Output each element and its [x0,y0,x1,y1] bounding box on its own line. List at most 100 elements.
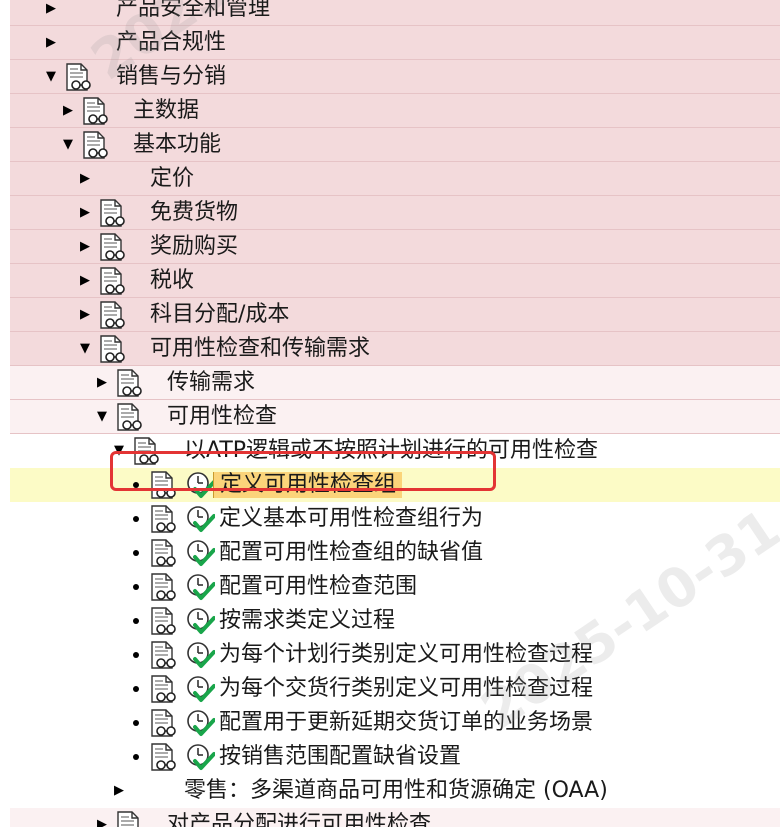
documentation-glasses-icon[interactable] [149,606,179,636]
clock-check-icon[interactable] [185,742,216,772]
triangle-right-icon[interactable]: ▶ [95,376,109,390]
documentation-glasses-icon[interactable] [149,640,179,670]
clock-check-icon[interactable] [185,674,216,704]
tree-node[interactable]: ▶ 税收 [0,264,780,298]
triangle-right-icon[interactable]: ▶ [95,818,109,827]
bullet-icon [133,720,139,726]
triangle-right-icon[interactable]: ▶ [112,784,126,798]
tree-node-label[interactable]: 定价 [150,162,194,196]
triangle-down-icon[interactable]: ▼ [44,70,58,84]
triangle-right-icon[interactable]: ▶ [78,240,92,254]
tree-node-label[interactable]: 主数据 [133,94,199,128]
tree-node[interactable]: 为每个交货行类别定义可用性检查过程 [0,672,780,706]
triangle-right-icon[interactable]: ▶ [44,2,58,16]
triangle-down-icon[interactable]: ▼ [78,342,92,356]
bullet-icon [133,618,139,624]
tree-node[interactable]: ▼ 可用性检查和传输需求 [0,332,780,366]
tree-node[interactable]: 配置可用性检查范围 [0,570,780,604]
documentation-glasses-icon[interactable] [98,266,128,296]
tree-node-label[interactable]: 奖励购买 [150,230,238,264]
tree-node[interactable]: ▼ 基本功能 [0,128,780,162]
clock-check-icon[interactable] [185,504,216,534]
tree-node[interactable]: 按需求类定义过程 [0,604,780,638]
documentation-glasses-icon[interactable] [98,232,128,262]
tree-node[interactable]: ▶ 传输需求 [0,366,780,400]
documentation-glasses-icon[interactable] [81,96,111,126]
tree-node[interactable]: ▶ 免费货物 [0,196,780,230]
documentation-glasses-icon[interactable] [149,572,179,602]
documentation-glasses-icon[interactable] [149,742,179,772]
documentation-glasses-icon[interactable] [115,402,145,432]
tree-node-label[interactable]: 传输需求 [167,366,255,400]
documentation-glasses-icon[interactable] [98,300,128,330]
triangle-down-icon[interactable]: ▼ [61,138,75,152]
tree-node[interactable]: ▼ 销售与分销 [0,60,780,94]
tree-node[interactable]: 为每个计划行类别定义可用性检查过程 [0,638,780,672]
tree-node-label[interactable]: 对产品分配进行可用性检查 [167,808,431,827]
tree-node[interactable]: 定义基本可用性检查组行为 [0,502,780,536]
documentation-glasses-icon[interactable] [64,62,94,92]
clock-check-icon[interactable] [185,538,216,568]
tree-node[interactable]: 配置用于更新延期交货订单的业务场景 [0,706,780,740]
bullet-icon [133,652,139,658]
bullet-icon [133,550,139,556]
tree-node-label[interactable]: 产品合规性 [116,26,226,60]
documentation-glasses-icon[interactable] [81,130,111,160]
tree-node[interactable]: ▶ 零售：多渠道商品可用性和货源确定 (OAA) [0,774,780,808]
triangle-right-icon[interactable]: ▶ [78,206,92,220]
documentation-glasses-icon[interactable] [149,504,179,534]
documentation-glasses-icon[interactable] [115,368,145,398]
triangle-right-icon[interactable]: ▶ [78,308,92,322]
tree-node[interactable]: ▶ 产品合规性 [0,26,780,60]
tree-node-label[interactable]: 配置用于更新延期交货订单的业务场景 [219,706,593,740]
tree-row-background [10,94,780,128]
clock-check-icon[interactable] [185,606,216,636]
clock-check-icon[interactable] [185,708,216,738]
tree-node-label[interactable]: 按销售范围配置缺省设置 [219,740,461,774]
tree-node-label[interactable]: 为每个计划行类别定义可用性检查过程 [219,638,593,672]
tree-node-label[interactable]: 配置可用性检查范围 [219,570,417,604]
tree-node[interactable]: ▶ 对产品分配进行可用性检查 [0,808,780,827]
triangle-right-icon[interactable]: ▶ [78,274,92,288]
documentation-glasses-icon[interactable] [98,198,128,228]
triangle-down-icon[interactable]: ▼ [95,410,109,424]
tree-node-label[interactable]: 可用性检查 [167,400,277,434]
documentation-glasses-icon[interactable] [149,674,179,704]
bullet-icon [133,584,139,590]
triangle-right-icon[interactable]: ▶ [78,172,92,186]
tree-node-label[interactable]: 零售：多渠道商品可用性和货源确定 (OAA) [184,774,608,808]
tree-node-label[interactable]: 可用性检查和传输需求 [150,332,370,366]
tree-node-label[interactable]: 税收 [150,264,194,298]
tree-node[interactable]: ▶ 定价 [0,162,780,196]
img-tree: ▶ 产品安全和管理 ▶ 产品合规性 ▼ 销售与分销 ▶ 主数据 ▼ 基本功能 ▶ 定价 ▶ 免费货物 ▶ 奖励… [0,0,780,827]
tree-node-label[interactable]: 为每个交货行类别定义可用性检查过程 [219,672,593,706]
tree-node-label[interactable]: 基本功能 [133,128,221,162]
tree-node[interactable]: ▼ 可用性检查 [0,400,780,434]
tree-row-background [10,162,780,196]
tree-node-label[interactable]: 产品安全和管理 [116,0,270,26]
tree-node-label[interactable]: 免费货物 [150,196,238,230]
documentation-glasses-icon[interactable] [149,538,179,568]
tree-node[interactable]: ▶ 奖励购买 [0,230,780,264]
tree-node-label[interactable]: 按需求类定义过程 [219,604,395,638]
clock-check-icon[interactable] [185,640,216,670]
tree-node-label[interactable]: 销售与分销 [116,60,226,94]
tree-node-label[interactable]: 科目分配/成本 [150,298,289,332]
triangle-right-icon[interactable]: ▶ [61,104,75,118]
bullet-icon [133,516,139,522]
triangle-right-icon[interactable]: ▶ [44,36,58,50]
documentation-glasses-icon[interactable] [115,810,145,827]
highlight-box [110,451,496,491]
tree-node[interactable]: ▶ 主数据 [0,94,780,128]
tree-node-label[interactable]: 配置可用性检查组的缺省值 [219,536,483,570]
documentation-glasses-icon[interactable] [149,708,179,738]
clock-check-icon[interactable] [185,572,216,602]
tree-node[interactable]: ▶ 科目分配/成本 [0,298,780,332]
tree-node[interactable]: 按销售范围配置缺省设置 [0,740,780,774]
tree-node[interactable]: ▶ 产品安全和管理 [0,0,780,26]
tree-node-label[interactable]: 定义基本可用性检查组行为 [219,502,483,536]
bullet-icon [133,754,139,760]
bullet-icon [133,686,139,692]
documentation-glasses-icon[interactable] [98,334,128,364]
tree-node[interactable]: 配置可用性检查组的缺省值 [0,536,780,570]
